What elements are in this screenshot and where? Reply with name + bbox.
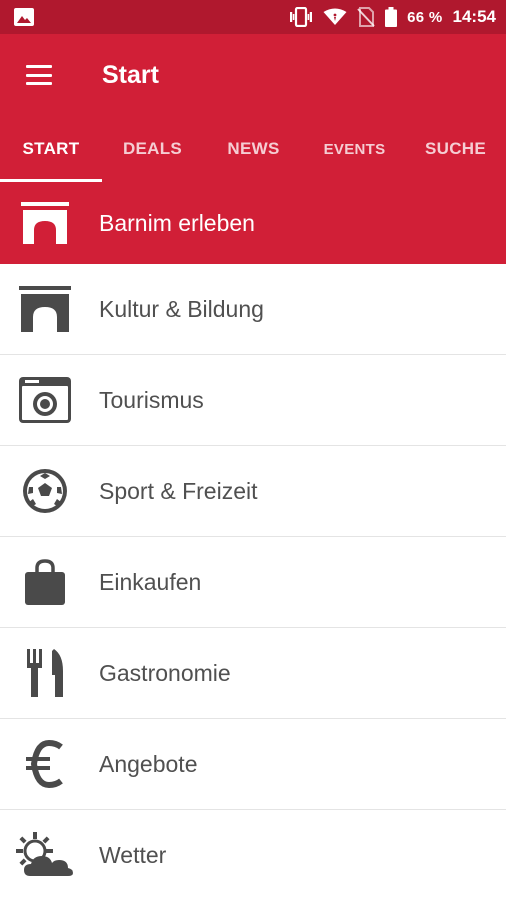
tab-events[interactable]: EVENTS <box>304 116 405 182</box>
battery-icon <box>385 7 398 27</box>
list-item-kultur-bildung[interactable]: Kultur & Bildung <box>0 264 506 355</box>
list-item-label: Tourismus <box>99 386 204 413</box>
list-item-label: Kultur & Bildung <box>99 295 264 322</box>
euro-icon <box>0 719 99 810</box>
hamburger-menu-button[interactable] <box>0 34 80 116</box>
list-item-label: Gastronomie <box>99 659 231 686</box>
shopping-bag-icon <box>0 537 99 628</box>
camera-icon <box>0 355 99 446</box>
list-item-angebote[interactable]: Angebote <box>0 719 506 810</box>
tab-bar: START DEALS NEWS EVENTS SUCHE <box>0 116 506 182</box>
sun-cloud-icon <box>0 810 99 900</box>
arch-gate-icon <box>0 264 99 355</box>
hero-label: Barnim erleben <box>99 209 255 236</box>
no-sim-icon <box>357 7 375 27</box>
list-item-tourismus[interactable]: Tourismus <box>0 355 506 446</box>
page-title: Start <box>102 60 159 89</box>
wifi-icon <box>323 8 347 26</box>
tab-deals[interactable]: DEALS <box>102 116 203 182</box>
fork-knife-icon <box>0 628 99 719</box>
list-item-label: Angebote <box>99 750 198 777</box>
tab-start[interactable]: START <box>0 116 102 182</box>
list-item-sport-freizeit[interactable]: Sport & Freizeit <box>0 446 506 537</box>
vibrate-icon <box>289 7 313 27</box>
tab-suche[interactable]: SUCHE <box>405 116 506 182</box>
tab-news[interactable]: NEWS <box>203 116 304 182</box>
image-icon <box>14 8 34 26</box>
list-item-wetter[interactable]: Wetter <box>0 810 506 900</box>
clock: 14:54 <box>452 7 496 26</box>
list-item-einkaufen[interactable]: Einkaufen <box>0 537 506 628</box>
list-item-gastronomie[interactable]: Gastronomie <box>0 628 506 719</box>
arch-gate-icon <box>0 182 99 264</box>
hamburger-menu-icon <box>26 65 52 85</box>
list-item-label: Wetter <box>99 841 167 868</box>
soccer-ball-icon <box>0 446 99 537</box>
list-item-label: Sport & Freizeit <box>99 477 258 504</box>
app-bar: Start <box>0 34 506 116</box>
barnim-erleben-item[interactable]: Barnim erleben <box>0 182 506 264</box>
battery-percentage: 66 % <box>407 8 443 26</box>
list-item-label: Einkaufen <box>99 568 202 595</box>
status-bar: 66 % 14:54 <box>0 0 506 34</box>
category-list: Kultur & Bildung Tourismus Sport & Freiz… <box>0 264 506 900</box>
